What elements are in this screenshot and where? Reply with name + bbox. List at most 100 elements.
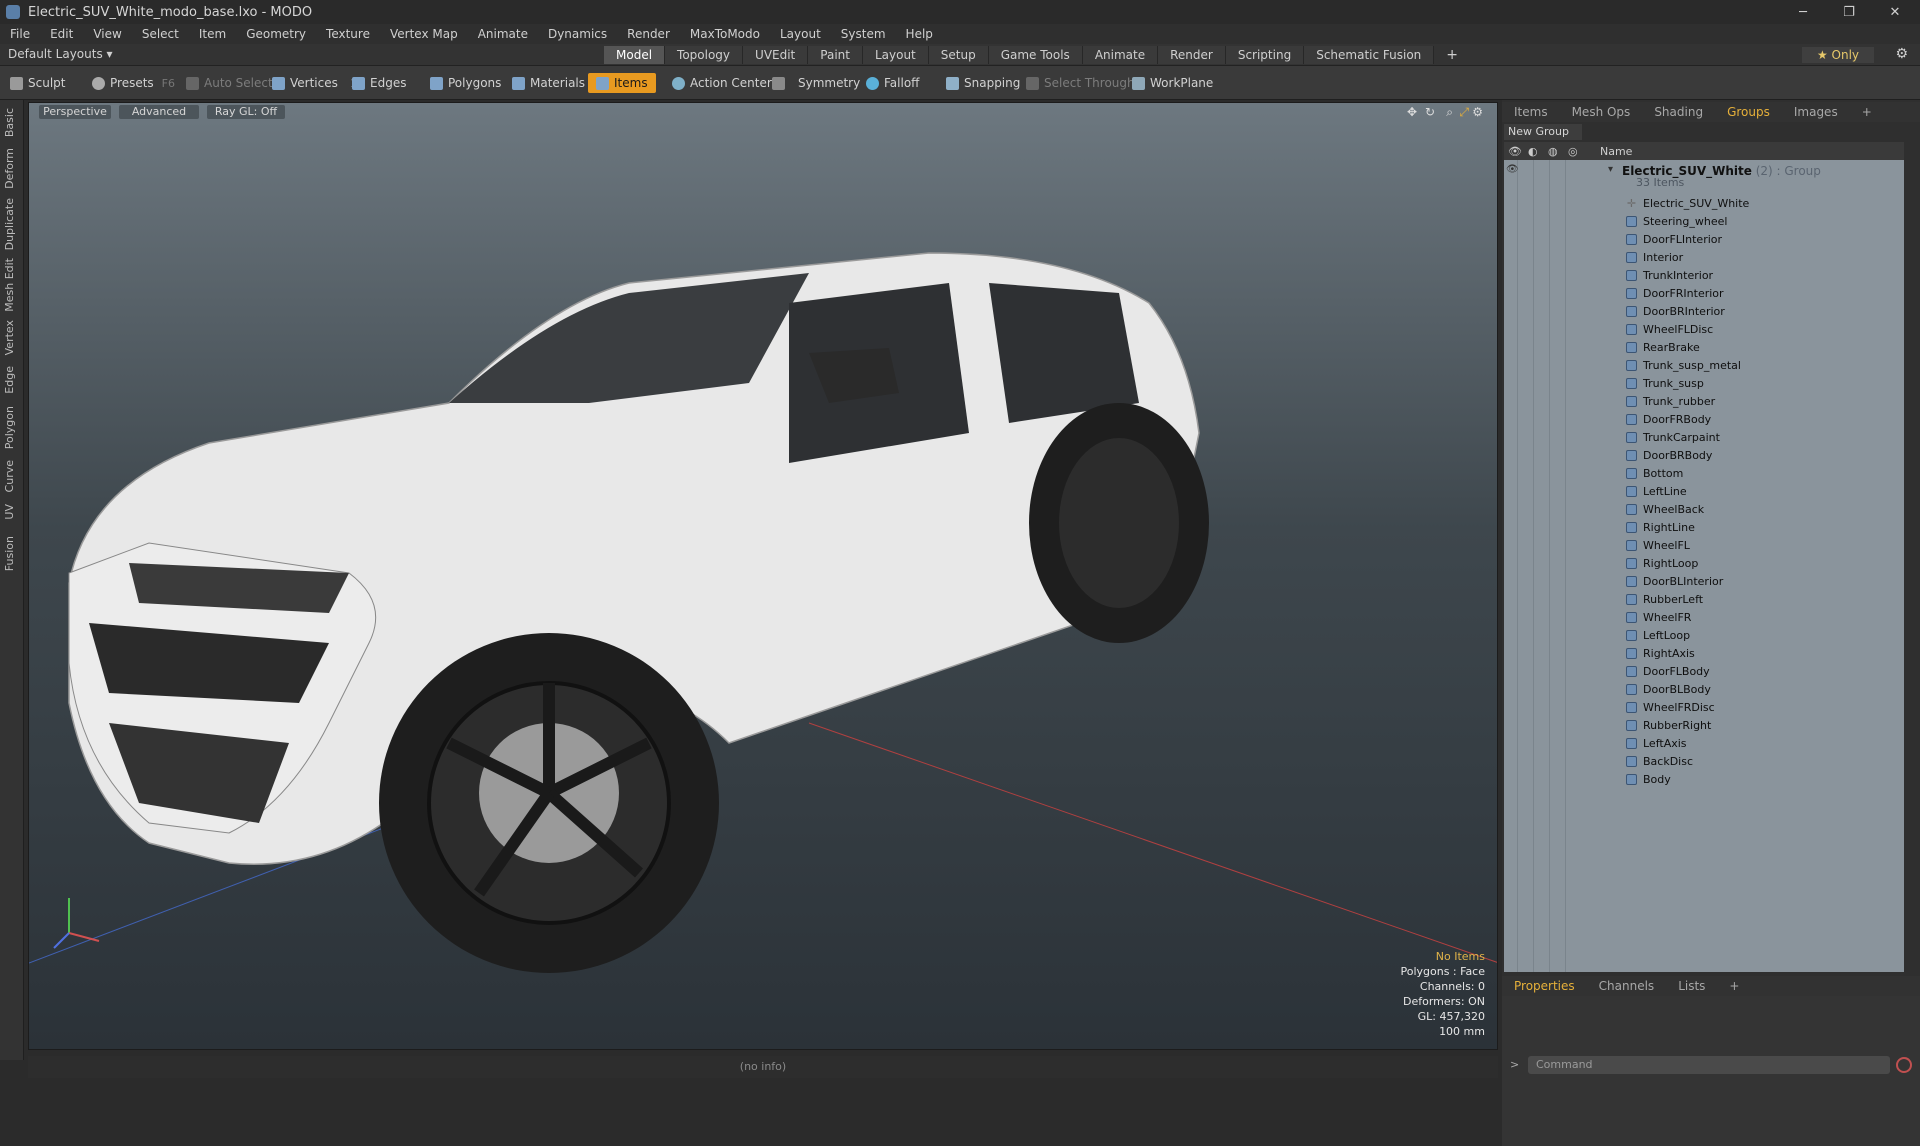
tab-mesh-ops[interactable]: Mesh Ops (1560, 105, 1643, 119)
select-through-button[interactable]: Select Through (1026, 73, 1135, 93)
command-input[interactable]: Command (1528, 1056, 1890, 1074)
tooltab-edge[interactable]: Edge (3, 366, 21, 394)
list-item[interactable]: Steering_wheel (1626, 212, 1727, 230)
menu-geometry[interactable]: Geometry (236, 27, 316, 41)
tooltab-duplicate[interactable]: Duplicate (3, 198, 21, 250)
menu-select[interactable]: Select (132, 27, 189, 41)
falloff-button[interactable]: Falloff (866, 73, 919, 93)
list-item[interactable]: DoorBLBody (1626, 680, 1711, 698)
menu-file[interactable]: File (0, 27, 40, 41)
items-button[interactable]: Items (588, 73, 656, 93)
tab-scripting[interactable]: Scripting (1225, 46, 1305, 64)
add-tab-icon[interactable]: + (1850, 105, 1884, 119)
materials-button[interactable]: Materials (512, 73, 585, 93)
list-item[interactable]: TrunkInterior (1626, 266, 1713, 284)
list-item[interactable]: DoorBRInterior (1626, 302, 1725, 320)
new-group-button[interactable]: New Group (1504, 124, 1582, 140)
tab-groups[interactable]: Groups (1715, 105, 1782, 119)
list-item[interactable]: DoorFLInterior (1626, 230, 1722, 248)
polygons-button[interactable]: Polygons (430, 73, 501, 93)
list-item[interactable]: ✛ Electric_SUV_White (1626, 194, 1749, 212)
list-item[interactable]: WheelBack (1626, 500, 1704, 518)
tab-shading[interactable]: Shading (1642, 105, 1715, 119)
gear-icon[interactable]: ⚙ (1895, 46, 1908, 62)
only-toggle[interactable]: ★ Only (1802, 47, 1874, 63)
list-item[interactable]: RightLoop (1626, 554, 1698, 572)
tab-images[interactable]: Images (1782, 105, 1850, 119)
tab-model[interactable]: Model (604, 46, 666, 64)
tooltab-mesh-edit[interactable]: Mesh Edit (3, 258, 21, 312)
fit-view-icon[interactable]: ⤢ (1459, 105, 1469, 120)
menu-help[interactable]: Help (896, 27, 943, 41)
menu-system[interactable]: System (831, 27, 896, 41)
raygl-button[interactable]: Ray GL: Off (207, 105, 285, 119)
list-item[interactable]: DoorFRBody (1626, 410, 1711, 428)
tab-topology[interactable]: Topology (665, 46, 744, 64)
menu-animate[interactable]: Animate (468, 27, 538, 41)
list-item[interactable]: WheelFL (1626, 536, 1690, 554)
tab-animate[interactable]: Animate (1082, 46, 1159, 64)
list-item[interactable]: Trunk_rubber (1626, 392, 1715, 410)
list-item[interactable]: RightLine (1626, 518, 1695, 536)
list-item[interactable]: DoorFLBody (1626, 662, 1710, 680)
minimize-icon[interactable]: ─ (1780, 0, 1826, 24)
tab-channels[interactable]: Channels (1587, 979, 1667, 993)
list-item[interactable]: DoorFRInterior (1626, 284, 1724, 302)
tab-items[interactable]: Items (1502, 105, 1560, 119)
menu-item[interactable]: Item (189, 27, 236, 41)
restore-icon[interactable]: ❐ (1826, 0, 1872, 24)
list-item[interactable]: WheelFRDisc (1626, 698, 1715, 716)
tab-setup[interactable]: Setup (928, 46, 989, 64)
tab-uvedit[interactable]: UVEdit (743, 46, 809, 64)
auto-select-button[interactable]: Auto Select (186, 73, 273, 93)
list-item[interactable]: WheelFR (1626, 608, 1691, 626)
list-item[interactable]: LeftAxis (1626, 734, 1687, 752)
tooltab-uv[interactable]: UV (3, 504, 21, 520)
list-item[interactable]: RightAxis (1626, 644, 1695, 662)
list-item[interactable]: RubberRight (1626, 716, 1711, 734)
edges-button[interactable]: Edges2 (352, 73, 437, 93)
list-item[interactable]: BackDisc (1626, 752, 1693, 770)
symmetry-button[interactable]: Symmetry (772, 73, 860, 93)
3d-viewport[interactable]: Perspective Advanced Ray GL: Off ✥ ↻ ⌕ ⤢… (28, 102, 1498, 1050)
menu-dynamics[interactable]: Dynamics (538, 27, 617, 41)
add-tab-icon[interactable]: + (1434, 46, 1470, 64)
tooltab-polygon[interactable]: Polygon (3, 406, 21, 449)
tab-game-tools[interactable]: Game Tools (988, 46, 1083, 64)
vertices-button[interactable]: Vertices1 (272, 73, 357, 93)
action-center-button[interactable]: Action Center (672, 73, 772, 93)
rotate-view-icon[interactable]: ↻ (1425, 105, 1435, 119)
menu-view[interactable]: View (83, 27, 131, 41)
menu-texture[interactable]: Texture (316, 27, 380, 41)
presets-button[interactable]: Presets F6 (92, 73, 175, 93)
menu-render[interactable]: Render (617, 27, 680, 41)
menu-maxtomodo[interactable]: MaxToModo (680, 27, 770, 41)
list-item[interactable]: DoorBRBody (1626, 446, 1712, 464)
list-item[interactable]: TrunkCarpaint (1626, 428, 1720, 446)
tab-schematic-fusion[interactable]: Schematic Fusion (1304, 46, 1435, 64)
snapping-button[interactable]: Snapping (946, 73, 1020, 93)
view-type-button[interactable]: Perspective (39, 105, 111, 119)
menu-edit[interactable]: Edit (40, 27, 83, 41)
menu-layout[interactable]: Layout (770, 27, 831, 41)
close-icon[interactable]: ✕ (1872, 0, 1918, 24)
shading-mode-button[interactable]: Advanced (119, 105, 199, 119)
tooltab-deform[interactable]: Deform (3, 148, 21, 189)
tab-render[interactable]: Render (1158, 46, 1226, 64)
sculpt-button[interactable]: Sculpt (10, 73, 65, 93)
layout-dropdown[interactable]: Default Layouts ▾ (8, 47, 113, 61)
move-view-icon[interactable]: ✥ (1407, 105, 1417, 119)
list-item[interactable]: LeftLoop (1626, 626, 1690, 644)
workplane-button[interactable]: WorkPlane (1132, 73, 1213, 93)
tab-lists[interactable]: Lists (1666, 979, 1717, 993)
list-item[interactable]: Bottom (1626, 464, 1683, 482)
tooltab-basic[interactable]: Basic (3, 108, 21, 137)
viewport-settings-icon[interactable]: ⚙ (1472, 105, 1483, 119)
group-visibility-icon[interactable]: 👁 (1506, 164, 1519, 175)
list-item[interactable]: Interior (1626, 248, 1683, 266)
command-stop-icon[interactable] (1896, 1057, 1912, 1073)
tab-paint[interactable]: Paint (808, 46, 863, 64)
tab-layout[interactable]: Layout (862, 46, 929, 64)
tooltab-vertex[interactable]: Vertex (3, 320, 21, 355)
list-item[interactable]: LeftLine (1626, 482, 1687, 500)
